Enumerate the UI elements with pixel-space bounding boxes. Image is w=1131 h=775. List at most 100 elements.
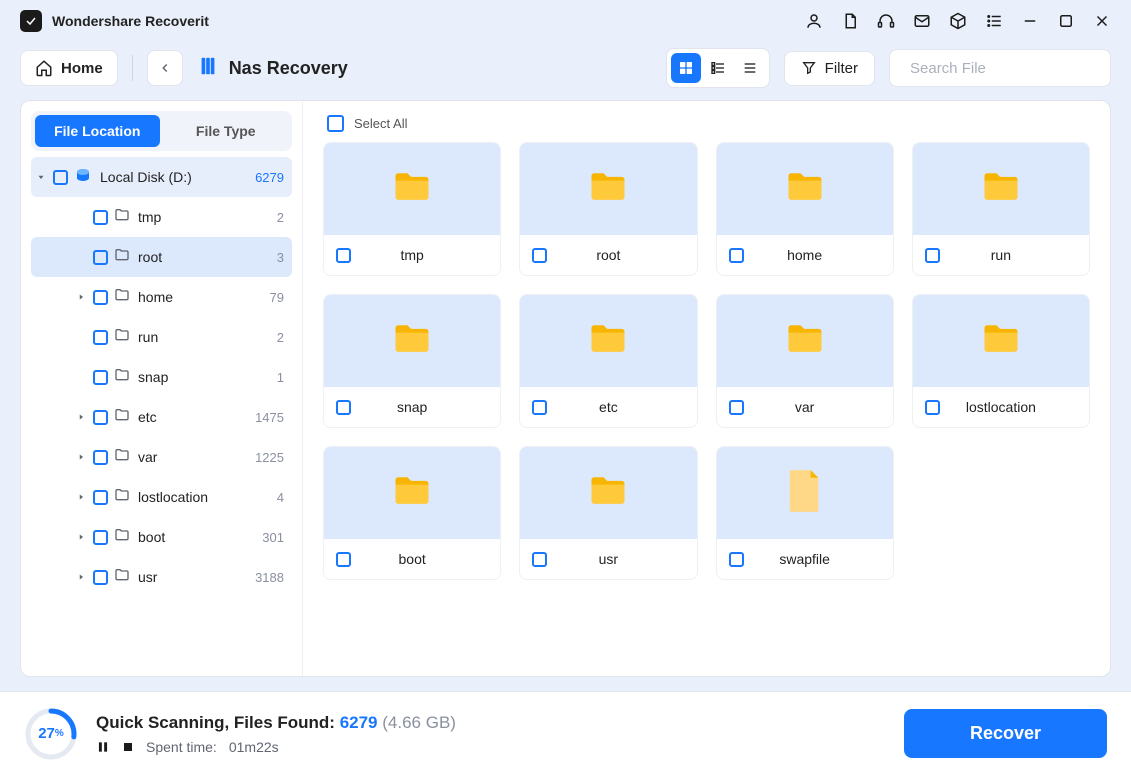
- file-icon: [786, 468, 824, 519]
- filter-button[interactable]: Filter: [784, 51, 875, 86]
- tree: Local Disk (D:) 6279 tmp2 root 3 home79run2…: [31, 157, 292, 597]
- folder-icon: [390, 165, 434, 214]
- grid-item[interactable]: etc: [519, 294, 697, 428]
- breadcrumb-title: Nas Recovery: [229, 58, 348, 79]
- item-name: var: [729, 399, 881, 415]
- folder-icon: [114, 567, 130, 588]
- grid-item[interactable]: lostlocation: [912, 294, 1090, 428]
- folder-icon: [586, 469, 630, 518]
- home-button[interactable]: Home: [20, 50, 118, 86]
- grid-item[interactable]: boot: [323, 446, 501, 580]
- pause-button[interactable]: [96, 740, 110, 754]
- tree-label: usr: [138, 569, 249, 585]
- grid-item[interactable]: snap: [323, 294, 501, 428]
- close-icon[interactable]: [1093, 12, 1111, 30]
- spent-time-value: 01m22s: [229, 739, 279, 755]
- nas-icon: [197, 55, 219, 82]
- tree-item[interactable]: lostlocation4: [31, 477, 292, 517]
- folder-icon: [783, 317, 827, 366]
- checkbox[interactable]: [93, 490, 108, 505]
- tree-item[interactable]: tmp2: [31, 197, 292, 237]
- maximize-icon[interactable]: [1057, 12, 1075, 30]
- scan-status: Quick Scanning, Files Found: 6279 (4.66 …: [96, 713, 456, 733]
- checkbox[interactable]: [93, 530, 108, 545]
- tree-item[interactable]: run2: [31, 317, 292, 357]
- search-box[interactable]: [889, 49, 1111, 87]
- checkbox[interactable]: [93, 570, 108, 585]
- list-icon[interactable]: [985, 12, 1003, 30]
- item-name: snap: [336, 399, 488, 415]
- progress-value: 27: [38, 725, 55, 742]
- minimize-icon[interactable]: [1021, 12, 1039, 30]
- document-icon[interactable]: [841, 12, 859, 30]
- tree-label: root: [138, 249, 271, 265]
- back-button[interactable]: [147, 50, 183, 86]
- tab-file-type[interactable]: File Type: [164, 115, 289, 147]
- tree-item[interactable]: usr 3188: [31, 557, 292, 597]
- grid-item[interactable]: tmp: [323, 142, 501, 276]
- grid-item[interactable]: var: [716, 294, 894, 428]
- caret-right-icon[interactable]: [75, 531, 87, 543]
- tree-label: Local Disk (D:): [100, 169, 249, 185]
- tree-count: 3: [277, 250, 284, 265]
- user-icon[interactable]: [805, 12, 823, 30]
- mail-icon[interactable]: [913, 12, 931, 30]
- checkbox[interactable]: [93, 210, 108, 225]
- tree-item[interactable]: var1225: [31, 437, 292, 477]
- caret-right-icon[interactable]: [75, 571, 87, 583]
- caret-right-icon[interactable]: [75, 411, 87, 423]
- tree-label: etc: [138, 409, 249, 425]
- item-name: etc: [532, 399, 684, 415]
- caret-right-icon[interactable]: [75, 491, 87, 503]
- select-all-row[interactable]: Select All: [323, 115, 1090, 132]
- checkbox[interactable]: [93, 330, 108, 345]
- tree-label: boot: [138, 529, 256, 545]
- grid-item[interactable]: swapfile: [716, 446, 894, 580]
- grid-item[interactable]: usr: [519, 446, 697, 580]
- search-input[interactable]: [910, 60, 1109, 77]
- divider: [132, 55, 133, 81]
- checkbox[interactable]: [93, 410, 108, 425]
- caret-right-icon[interactable]: [75, 451, 87, 463]
- item-name: run: [925, 247, 1077, 263]
- tab-file-location[interactable]: File Location: [35, 115, 160, 147]
- tree-count: 3188: [255, 570, 284, 585]
- tree-item[interactable]: root 3: [31, 237, 292, 277]
- spent-time-label: Spent time:: [146, 739, 217, 755]
- checkbox[interactable]: [53, 170, 68, 185]
- tree-item[interactable]: etc 1475: [31, 397, 292, 437]
- caret-down-icon[interactable]: [35, 171, 47, 183]
- tree-item[interactable]: home79: [31, 277, 292, 317]
- caret-right-icon[interactable]: [75, 291, 87, 303]
- sidebar-tabs: File Location File Type: [31, 111, 292, 151]
- grid-item[interactable]: home: [716, 142, 894, 276]
- checkbox[interactable]: [93, 370, 108, 385]
- tree-label: home: [138, 289, 264, 305]
- cube-icon[interactable]: [949, 12, 967, 30]
- checkbox[interactable]: [93, 250, 108, 265]
- item-name: lostlocation: [925, 399, 1077, 415]
- stop-button[interactable]: [122, 741, 134, 753]
- select-all-checkbox[interactable]: [327, 115, 344, 132]
- headset-icon[interactable]: [877, 12, 895, 30]
- folder-icon: [390, 469, 434, 518]
- content: Select All tmproothome run snap etc var lostl…: [303, 101, 1110, 676]
- folder-icon: [114, 367, 130, 388]
- view-detail-button[interactable]: [703, 53, 733, 83]
- grid-item[interactable]: root: [519, 142, 697, 276]
- tree-item[interactable]: boot301: [31, 517, 292, 557]
- view-list-button[interactable]: [735, 53, 765, 83]
- tree-label: lostlocation: [138, 489, 271, 505]
- recover-button[interactable]: Recover: [904, 709, 1107, 758]
- app-title: Wondershare Recoverit: [52, 13, 209, 29]
- grid-item[interactable]: run: [912, 142, 1090, 276]
- tree-count: 1475: [255, 410, 284, 425]
- tree-root[interactable]: Local Disk (D:) 6279: [31, 157, 292, 197]
- folder-icon: [114, 287, 130, 308]
- checkbox[interactable]: [93, 450, 108, 465]
- item-name: boot: [336, 551, 488, 567]
- tree-item[interactable]: snap1: [31, 357, 292, 397]
- view-grid-button[interactable]: [671, 53, 701, 83]
- tree-count: 1: [277, 370, 284, 385]
- checkbox[interactable]: [93, 290, 108, 305]
